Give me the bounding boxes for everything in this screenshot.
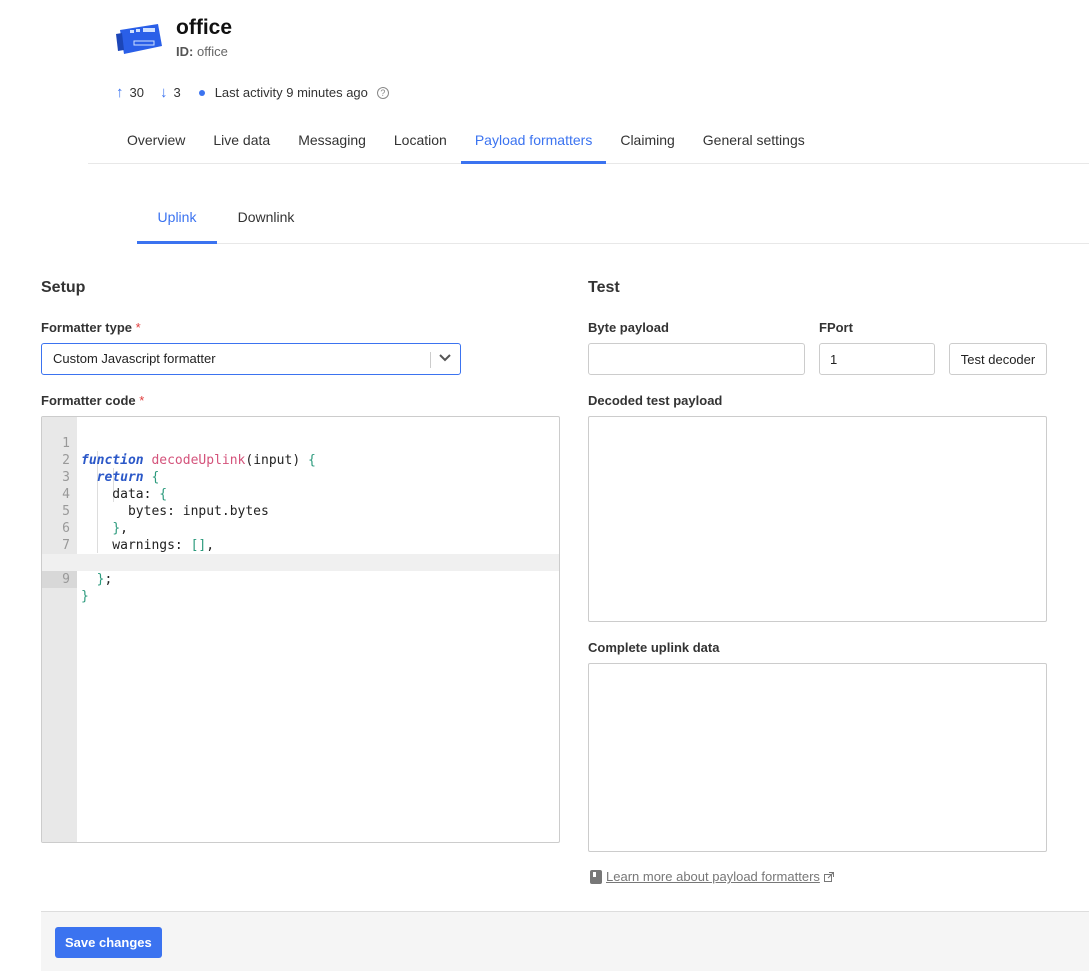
required-marker: * [135, 320, 141, 335]
formatter-type-value: Custom Javascript formatter [53, 351, 216, 366]
tab-live-data[interactable]: Live data [199, 118, 284, 164]
tab-payload-formatters[interactable]: Payload formatters [460, 118, 607, 164]
code-text: } [81, 589, 89, 604]
activity-dot-icon [198, 89, 205, 96]
device-icon [116, 24, 162, 54]
code-line: 1 function decodeUplink(input) { [42, 418, 559, 468]
formatter-code-label-text: Formatter code [41, 393, 136, 408]
formatter-code-label: Formatter code * [41, 393, 144, 408]
complete-uplink-output[interactable] [588, 663, 1047, 852]
test-heading: Test [588, 279, 620, 296]
formatter-subtabs: Uplink Downlink [137, 195, 1089, 244]
learn-more-link[interactable]: Learn more about payload formatters [606, 869, 820, 884]
code-line: 8 }; [42, 537, 559, 587]
code-line: 2 return { [42, 435, 559, 485]
fport-input[interactable]: 1 [819, 343, 935, 375]
code-line: 5 }, [42, 486, 559, 536]
subtab-uplink[interactable]: Uplink [137, 195, 217, 244]
code-line-active: 9 } [42, 554, 559, 604]
tab-claiming[interactable]: Claiming [606, 118, 688, 164]
tab-location[interactable]: Location [380, 118, 461, 164]
footer-bar: Save changes [41, 911, 1089, 971]
help-icon[interactable]: ? [376, 86, 389, 99]
code-line: 3 data: { [42, 452, 559, 502]
byte-payload-input[interactable] [588, 343, 805, 375]
tab-messaging[interactable]: Messaging [284, 118, 380, 164]
tab-overview[interactable]: Overview [113, 118, 199, 164]
downlink-count: 3 [173, 85, 181, 100]
decoded-payload-label: Decoded test payload [588, 393, 723, 408]
test-decoder-button[interactable]: Test decoder [949, 343, 1047, 375]
formatter-type-select[interactable]: Custom Javascript formatter [41, 343, 461, 375]
code-editor[interactable]: 1 function decodeUplink(input) { 2 retur… [41, 416, 560, 843]
complete-uplink-label: Complete uplink data [588, 640, 720, 655]
tab-general-settings[interactable]: General settings [689, 118, 819, 164]
fport-label: FPort [819, 320, 853, 335]
setup-heading: Setup [41, 279, 86, 296]
device-stats: ↑ 30 ↓ 3 Last activity 9 minutes ago ? [116, 84, 389, 101]
select-separator [430, 352, 431, 368]
arrow-down-icon: ↓ [159, 84, 168, 101]
formatter-type-label-text: Formatter type [41, 320, 133, 335]
subtab-downlink[interactable]: Downlink [217, 195, 315, 244]
arrow-up-icon: ↑ [116, 84, 124, 101]
uplink-count: 30 [129, 85, 144, 100]
external-link-icon [823, 871, 834, 882]
last-activity: Last activity 9 minutes ago [214, 85, 368, 100]
decoded-payload-output[interactable] [588, 416, 1047, 622]
code-line: 6 warnings: [], [42, 503, 559, 553]
save-changes-button[interactable]: Save changes [55, 927, 162, 958]
code-line: 4 bytes: input.bytes [42, 469, 559, 519]
learn-more: Learn more about payload formatters [590, 869, 834, 884]
device-title: office [176, 16, 233, 39]
code-line: 7 errors: [] [42, 520, 559, 570]
byte-payload-label: Byte payload [588, 320, 669, 335]
device-tabs: Overview Live data Messaging Location Pa… [88, 118, 1089, 164]
chevron-down-icon[interactable] [438, 351, 452, 365]
device-id: ID: office [176, 44, 228, 59]
required-marker: * [139, 393, 145, 408]
formatter-type-label: Formatter type * [41, 320, 141, 335]
line-number: 9 [42, 571, 77, 588]
device-id-value: office [196, 44, 228, 59]
code-text: }; [96, 572, 113, 587]
book-icon [590, 869, 602, 884]
device-id-label: ID: [176, 44, 194, 59]
